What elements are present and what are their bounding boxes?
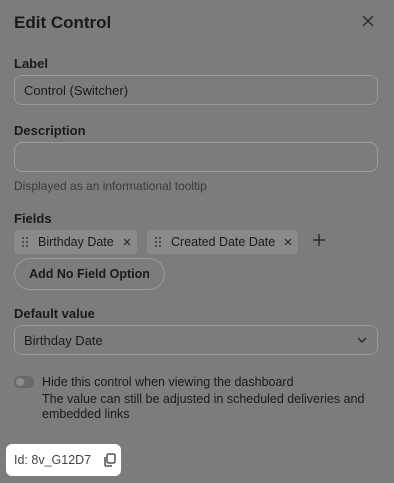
- copy-icon[interactable]: [103, 453, 116, 467]
- grip-icon[interactable]: [153, 236, 163, 248]
- field-tag-label: Birthday Date: [38, 235, 114, 249]
- add-no-field-option-button[interactable]: Add No Field Option: [14, 258, 165, 290]
- label-field-label: Label: [14, 56, 48, 71]
- control-id-text: Id: 8v_G12D7: [14, 453, 92, 467]
- label-input-value: Control (Switcher): [24, 82, 129, 98]
- close-icon[interactable]: [359, 12, 377, 30]
- chevron-down-icon: [357, 337, 367, 343]
- label-input[interactable]: Control (Switcher): [14, 75, 378, 105]
- description-input[interactable]: [14, 142, 378, 172]
- field-tag[interactable]: Birthday Date: [14, 230, 137, 254]
- hide-control-toggle[interactable]: [14, 376, 34, 388]
- default-value-select[interactable]: Birthday Date: [14, 325, 378, 355]
- default-value-label: Default value: [14, 306, 95, 321]
- grip-icon[interactable]: [20, 236, 30, 248]
- edit-control-dialog: Edit Control Label Control (Switcher) De…: [0, 0, 394, 483]
- remove-icon[interactable]: [284, 238, 292, 246]
- fields-label: Fields: [14, 211, 52, 226]
- field-tag-label: Created Date Date: [171, 235, 276, 249]
- plus-icon[interactable]: [312, 233, 326, 247]
- description-hint: Displayed as an informational tooltip: [14, 179, 207, 193]
- field-tag[interactable]: Created Date Date: [147, 230, 299, 254]
- description-field-label: Description: [14, 123, 86, 138]
- default-value-selected: Birthday Date: [24, 332, 103, 348]
- hide-control-sublabel: The value can still be adjusted in sched…: [42, 392, 365, 421]
- control-id-badge: Id: 8v_G12D7: [6, 444, 121, 476]
- remove-icon[interactable]: [123, 238, 131, 246]
- hide-control-label: Hide this control when viewing the dashb…: [42, 375, 294, 389]
- dialog-title: Edit Control: [14, 13, 112, 32]
